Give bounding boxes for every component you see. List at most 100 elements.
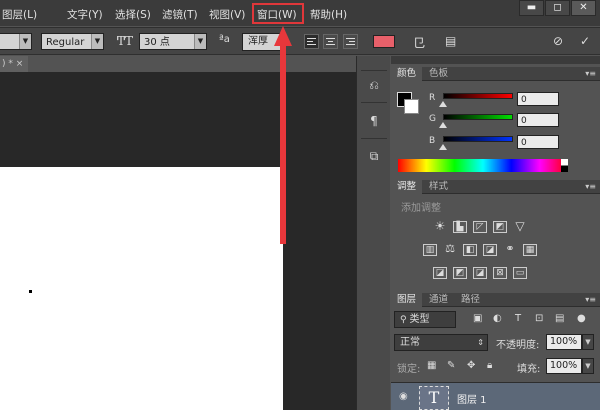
menu-select[interactable]: 选择(S)	[115, 7, 151, 22]
color-spectrum-bw[interactable]	[561, 159, 568, 172]
tab-styles[interactable]: 样式	[423, 180, 454, 194]
blue-slider-thumb[interactable]	[439, 144, 447, 150]
lock-transparent-icon[interactable]: ▦	[427, 360, 436, 371]
warp-text-icon[interactable]: ⺋	[413, 34, 425, 51]
visibility-eye-icon[interactable]: ◉	[399, 391, 408, 402]
chevron-down-icon: ▼	[194, 34, 206, 49]
document-tab[interactable]: ) * ×	[0, 56, 28, 72]
filter-type-icon[interactable]: T	[515, 313, 521, 324]
filter-shape-icon[interactable]: ⊡	[535, 313, 543, 324]
green-label: G	[429, 114, 436, 124]
adjustments-panel-header: 调整 样式 ▾≡	[391, 180, 600, 194]
brightness-icon[interactable]: ☀	[433, 220, 447, 233]
panel-collapse-bar[interactable]	[391, 56, 600, 64]
cancel-icon[interactable]: ⊘	[553, 34, 563, 48]
menu-help[interactable]: 帮助(H)	[310, 7, 347, 22]
photo-filter-icon[interactable]: ◪	[483, 244, 497, 256]
fill-label: 填充:	[517, 364, 541, 375]
background-color-swatch[interactable]	[404, 99, 419, 114]
panels-toggle-icon[interactable]: ▤	[445, 34, 456, 48]
black-white-icon[interactable]: ◧	[463, 244, 477, 256]
fill-chevron-icon[interactable]: ▼	[582, 358, 594, 374]
panel-menu-icon[interactable]: ▾≡	[585, 293, 596, 307]
paragraph-icon[interactable]: ¶	[365, 112, 383, 130]
invert-icon[interactable]: ◪	[433, 267, 447, 279]
levels-icon[interactable]: ▙	[453, 221, 467, 233]
red-label: R	[429, 93, 436, 103]
align-left-button[interactable]	[304, 34, 319, 49]
minimize-button[interactable]: ▬	[519, 0, 544, 16]
color-panel-header: 颜色 色板 ▾≡	[391, 67, 600, 81]
align-right-button[interactable]	[343, 34, 358, 49]
blue-value-field[interactable]: 0	[517, 135, 559, 149]
layer-row[interactable]: ◉ T 图层 1	[391, 382, 600, 410]
menu-view[interactable]: 视图(V)	[209, 7, 245, 22]
layer-name[interactable]: 图层 1	[457, 391, 487, 406]
red-value-field[interactable]: 0	[517, 92, 559, 106]
lock-label: 锁定:	[397, 364, 421, 375]
tab-color[interactable]: 颜色	[391, 67, 423, 81]
tab-layers[interactable]: 图层	[391, 293, 423, 307]
threshold-icon[interactable]: ◪	[473, 267, 487, 279]
color-balance-icon[interactable]: ⚖	[443, 243, 457, 256]
maximize-button[interactable]: ◻	[545, 0, 570, 16]
close-button[interactable]: ✕	[571, 0, 596, 16]
dock-strip: ⎌ ¶ ⧉	[356, 56, 390, 410]
opacity-chevron-icon[interactable]: ▼	[582, 334, 594, 350]
filter-smart-object-icon[interactable]: ▤	[555, 313, 564, 324]
curves-icon[interactable]: ◸	[473, 221, 487, 233]
document-canvas[interactable]	[0, 167, 283, 410]
green-slider-thumb[interactable]	[439, 122, 447, 128]
opacity-label: 不透明度:	[496, 340, 540, 351]
tab-adjustments[interactable]: 调整	[391, 180, 423, 194]
filter-adjustment-icon[interactable]: ◐	[493, 313, 502, 324]
blue-label: B	[429, 136, 436, 146]
panel-menu-icon[interactable]: ▾≡	[585, 67, 596, 81]
lock-position-icon[interactable]: ✥	[467, 360, 475, 371]
color-lookup-icon[interactable]: ▦	[523, 244, 537, 256]
align-center-button[interactable]	[323, 34, 338, 49]
channel-mixer-icon[interactable]: ⚭	[503, 243, 517, 256]
text-cursor-point	[29, 290, 32, 293]
selective-color-icon[interactable]: ⊠	[493, 267, 507, 279]
lock-all-icon[interactable]: 🔒︎	[487, 360, 492, 371]
green-value-field[interactable]: 0	[517, 113, 559, 127]
tab-swatches[interactable]: 色板	[423, 67, 454, 81]
font-family-dropdown[interactable]: ▼	[0, 33, 32, 50]
red-slider[interactable]	[443, 93, 513, 99]
add-adjustment-label: 添加调整	[401, 203, 441, 214]
hue-saturation-icon[interactable]: ▥	[423, 244, 437, 256]
tool-presets-icon[interactable]: ⧉	[365, 147, 383, 165]
vibrance-icon[interactable]: ▽	[513, 220, 527, 233]
text-color-swatch[interactable]	[373, 35, 395, 48]
font-size-dropdown[interactable]: 30 点 ▼	[139, 33, 207, 50]
tab-channels[interactable]: 通道	[423, 293, 454, 307]
fill-field[interactable]: 100%	[546, 358, 582, 374]
panels-column: 颜色 色板 ▾≡ R 0 G 0 B 0 调整 样式 ▾≡ 添加调整 ☀ ▙ ◸…	[391, 56, 600, 410]
panel-menu-icon[interactable]: ▾≡	[585, 180, 596, 194]
menu-type[interactable]: 文字(Y)	[67, 7, 103, 22]
font-style-dropdown[interactable]: Regular ▼	[41, 33, 104, 50]
blue-slider[interactable]	[443, 136, 513, 142]
menu-layer[interactable]: 图层(L)	[2, 7, 37, 22]
filter-pixel-icon[interactable]: ▣	[473, 313, 482, 324]
window-controls: ▬ ◻ ✕	[519, 0, 596, 16]
annotation-arrow	[274, 26, 292, 244]
color-spectrum[interactable]	[398, 159, 568, 172]
history-icon[interactable]: ⎌	[365, 76, 383, 94]
exposure-icon[interactable]: ◩	[493, 221, 507, 233]
posterize-icon[interactable]: ◩	[453, 267, 467, 279]
filter-toggle-icon[interactable]: ●	[577, 313, 586, 324]
blend-mode-dropdown[interactable]: 正常 ⇕	[394, 334, 488, 351]
green-slider[interactable]	[443, 114, 513, 120]
font-size-icon: ͲT	[117, 34, 134, 48]
opacity-field[interactable]: 100%	[546, 334, 582, 350]
commit-icon[interactable]: ✓	[580, 34, 590, 48]
menu-filter[interactable]: 滤镜(T)	[162, 7, 198, 22]
gradient-map-icon[interactable]: ▭	[513, 267, 527, 279]
red-slider-thumb[interactable]	[439, 101, 447, 107]
lock-pixels-icon[interactable]: ✎	[447, 360, 455, 371]
layer-kind-filter[interactable]: ⚲ 类型	[394, 311, 456, 328]
tab-paths[interactable]: 路径	[455, 293, 486, 307]
blend-mode-value: 正常	[400, 337, 420, 348]
